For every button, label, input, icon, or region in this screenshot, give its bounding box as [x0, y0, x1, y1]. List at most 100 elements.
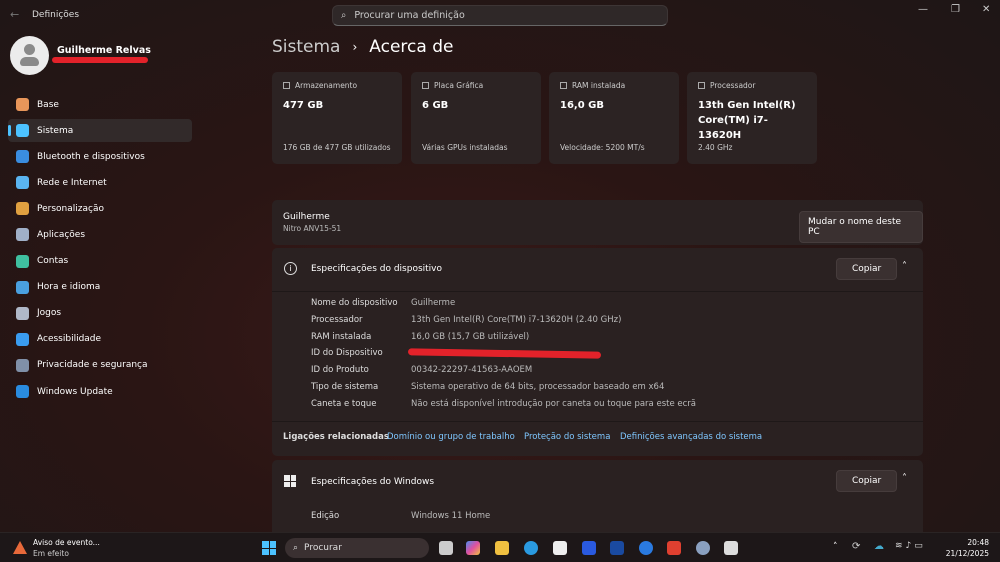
brave-icon[interactable]	[667, 541, 681, 555]
spec-row-label: ID do Dispositivo	[311, 348, 383, 359]
sidebar-item-hora-e-idioma[interactable]: Hora e idioma	[8, 276, 192, 299]
card-sub: Velocidade: 5200 MT/s	[560, 143, 645, 152]
cloud-icon[interactable]: ☁	[874, 541, 884, 552]
gpu-icon	[422, 82, 429, 89]
spec-card-0: Armazenamento 477 GB 176 GB de 477 GB util…	[272, 72, 402, 164]
rename-pc-button[interactable]: Mudar o nome deste PC	[799, 211, 923, 243]
app-icon[interactable]	[724, 541, 738, 555]
spec-row-value: 13th Gen Intel(R) Core(TM) i7-13620H (2.…	[411, 314, 622, 325]
settings-search-input[interactable]: ⌕ Procurar uma definição	[332, 5, 668, 26]
tray-chevron-icon[interactable]: ˄	[833, 542, 838, 552]
taskbar-search[interactable]: ⌕ Procurar	[285, 538, 429, 558]
sidebar-item-acessibilidade[interactable]: Acessibilidade	[8, 328, 192, 351]
storage-icon	[283, 82, 290, 89]
card-label: RAM instalada	[572, 81, 626, 90]
search-placeholder: Procurar uma definição	[354, 10, 465, 21]
sidebar-item-label: Base	[37, 99, 59, 110]
notification-title[interactable]: Aviso de evento...	[33, 538, 100, 547]
spec-row-value: Guilherme	[411, 298, 456, 308]
spec-card-2: RAM instalada 16,0 GB Velocidade: 5200 MT/…	[549, 72, 679, 164]
redaction-mark	[52, 57, 148, 63]
chevron-up-icon[interactable]: ˄	[902, 261, 907, 272]
sidebar-item-sistema[interactable]: Sistema	[8, 119, 192, 143]
shield-icon	[16, 358, 29, 372]
task-view-icon[interactable]	[439, 541, 453, 555]
clock-time[interactable]: 20:48	[955, 538, 989, 547]
sidebar-item-aplica-es[interactable]: Aplicações	[8, 223, 192, 246]
spec-row-value: 16,0 GB (15,7 GB utilizável)	[411, 331, 530, 342]
sidebar-item-label: Personalização	[37, 203, 104, 214]
spec-card-3: Processador 13th Gen Intel(R) Core(TM) i7…	[687, 72, 817, 164]
search-icon: ⌕	[341, 10, 347, 21]
card-label: Armazenamento	[295, 81, 358, 90]
card-sub: 2.40 GHz	[698, 143, 733, 152]
clock-date[interactable]: 21/12/2025	[940, 549, 989, 558]
card-value: 13th Gen Intel(R) Core(TM) i7-13620H	[698, 100, 796, 141]
sidebar-item-bluetooth-e-dispositivos[interactable]: Bluetooth e dispositivos	[8, 145, 192, 168]
avatar[interactable]	[10, 36, 49, 75]
sidebar-item-contas[interactable]: Contas	[8, 250, 192, 273]
search-icon: ⌕	[293, 543, 299, 553]
app-icon[interactable]	[610, 541, 624, 555]
copy-windows-specs-button[interactable]: Copiar	[836, 470, 898, 492]
store-icon[interactable]	[553, 541, 567, 555]
sidebar-item-label: Hora e idioma	[37, 282, 101, 293]
sidebar-item-jogos[interactable]: Jogos	[8, 302, 192, 325]
dropbox-icon[interactable]	[582, 541, 596, 555]
copy-device-specs-button[interactable]: Copiar	[836, 258, 898, 280]
breadcrumb-parent[interactable]: Sistema	[272, 37, 340, 57]
cpu-icon	[698, 82, 705, 89]
spec-row-value: 00342-22297-41563-AAOEM	[411, 365, 533, 376]
link-system-protection[interactable]: Proteção do sistema	[524, 432, 610, 442]
device-name: Guilherme	[283, 212, 330, 222]
breadcrumb: Sistema › Acerca de	[272, 37, 453, 57]
sync-icon[interactable]: ⟳	[852, 541, 860, 552]
windows-specs-title: Especificações do Windows	[311, 477, 435, 487]
sidebar-item-label: Jogos	[37, 308, 62, 319]
user-name: Guilherme Relvas	[57, 45, 151, 56]
chevron-up-icon[interactable]: ˄	[902, 473, 907, 484]
maximize-button[interactable]: ❐	[951, 4, 960, 15]
spec-row-label: Nome do dispositivo	[311, 298, 398, 308]
sidebar-item-windows-update[interactable]: Windows Update	[8, 380, 192, 403]
back-button[interactable]: ←	[10, 8, 19, 21]
settings-app-icon[interactable]	[696, 541, 710, 555]
bluetooth-icon	[16, 150, 29, 164]
windows-logo-icon	[284, 475, 296, 487]
notification-sub: Em efeito	[33, 549, 69, 558]
spec-row-label: ID do Produto	[311, 365, 369, 376]
edition-label: Edição	[311, 511, 340, 521]
sidebar-nav: Base Sistema Bluetooth e dispositivos Rede …	[8, 93, 192, 406]
sidebar-item-personaliza-o[interactable]: Personalização	[8, 197, 192, 220]
minimize-button[interactable]: —	[918, 4, 928, 15]
edge-icon[interactable]	[524, 541, 538, 555]
sidebar-item-rede-e-internet[interactable]: Rede e Internet	[8, 171, 192, 194]
link-advanced-system-settings[interactable]: Definições avançadas do sistema	[620, 432, 762, 442]
card-sub: Várias GPUs instaladas	[422, 143, 508, 152]
spec-row-value: Sistema operativo de 64 bits, processado…	[411, 382, 665, 392]
spec-row-label: Tipo de sistema	[311, 382, 379, 392]
close-button[interactable]: ✕	[982, 4, 990, 15]
file-explorer-icon[interactable]	[495, 541, 509, 555]
device-model: Nitro ANV15-51	[283, 224, 342, 233]
sidebar-item-base[interactable]: Base	[8, 93, 192, 116]
sidebar-item-privacidade-e-seguran-a[interactable]: Privacidade e segurança	[8, 354, 192, 377]
start-button[interactable]	[262, 541, 276, 555]
device-name-panel: Guilherme Nitro ANV15-51 Mudar o nome de…	[272, 200, 923, 245]
outlook-icon[interactable]	[639, 541, 653, 555]
apps-icon	[16, 228, 29, 242]
spec-row-label: RAM instalada	[311, 331, 372, 342]
sidebar-item-label: Acessibilidade	[37, 334, 102, 345]
window-title: Definições	[32, 10, 80, 20]
sidebar-item-label: Privacidade e segurança	[37, 360, 148, 371]
wifi-volume-battery-icon[interactable]: ≋♪▭	[895, 541, 926, 551]
system-icon	[16, 124, 29, 138]
ram-icon	[560, 82, 567, 89]
card-label: Processador	[710, 81, 756, 90]
sidebar-item-label: Aplicações	[37, 229, 86, 240]
info-icon: i	[284, 262, 297, 275]
copilot-icon[interactable]	[466, 541, 480, 555]
sidebar-item-label: Sistema	[37, 125, 74, 136]
sidebar-item-label: Bluetooth e dispositivos	[37, 151, 145, 162]
link-domain-workgroup[interactable]: Domínio ou grupo de trabalho	[387, 432, 515, 442]
